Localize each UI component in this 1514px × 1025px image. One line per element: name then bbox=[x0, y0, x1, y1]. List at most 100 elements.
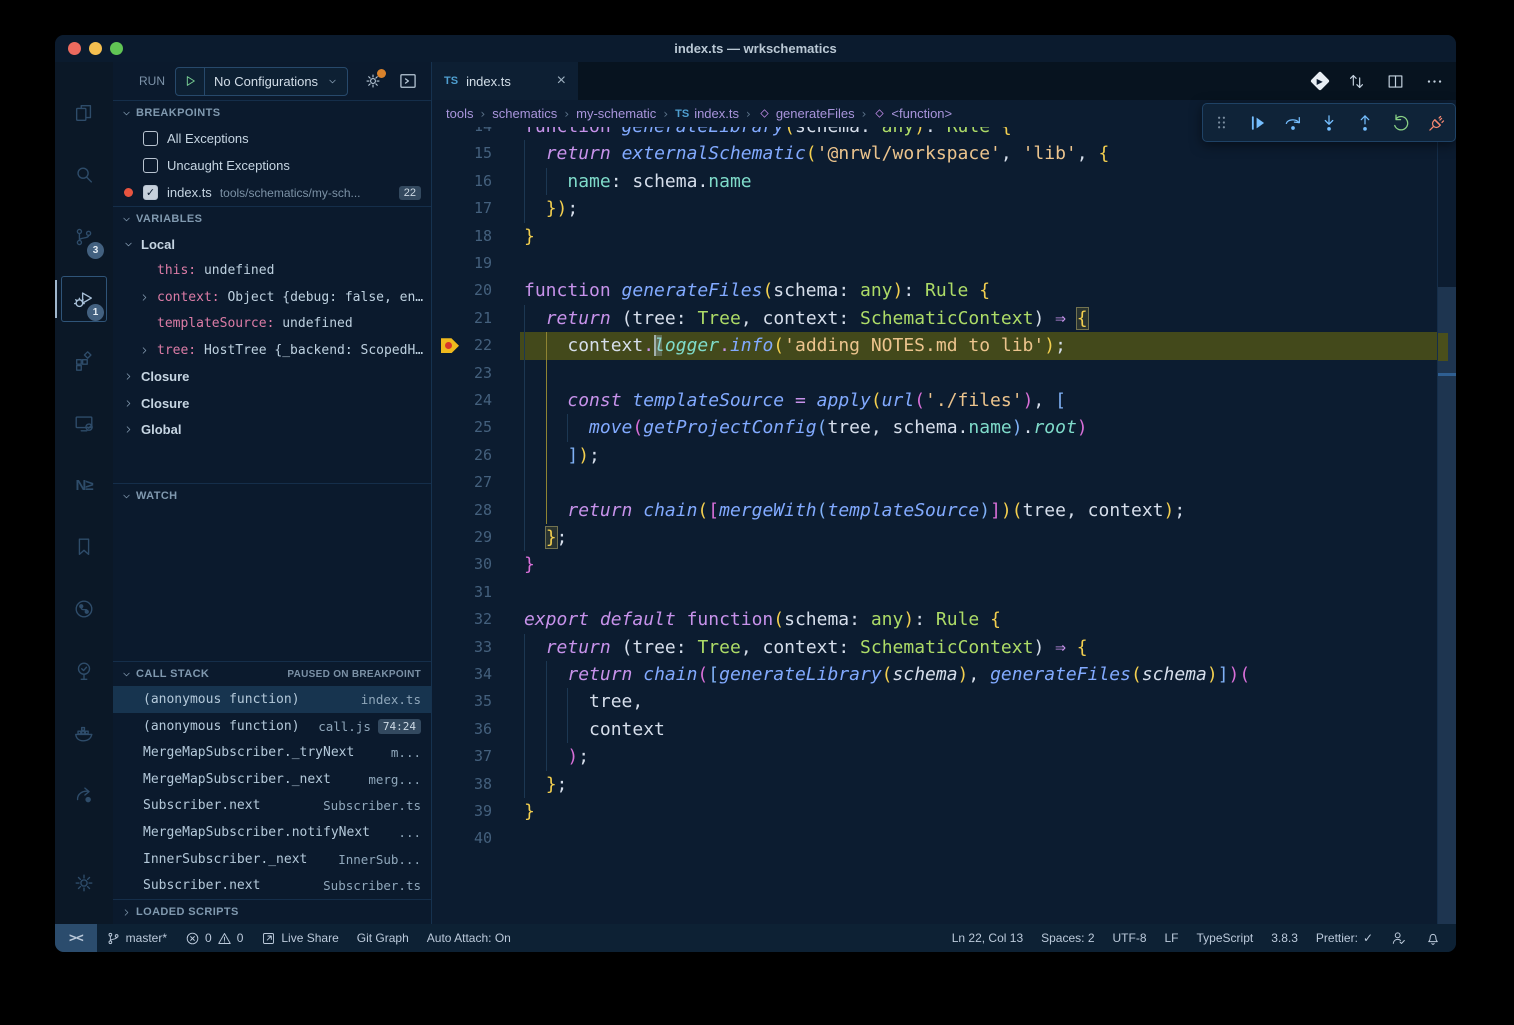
status-feedback[interactable] bbox=[1382, 924, 1416, 952]
call-stack-frame[interactable]: MergeMapSubscriber._nextmerg... bbox=[113, 766, 431, 793]
line-number[interactable]: 28 bbox=[432, 497, 492, 524]
status-remote-indicator[interactable]: >< bbox=[55, 924, 97, 952]
code-line[interactable]: 38 }; bbox=[432, 771, 1437, 798]
drag-handle-button[interactable] bbox=[1206, 108, 1236, 138]
status-problems[interactable]: 00 bbox=[176, 924, 252, 952]
line-number[interactable]: 39 bbox=[432, 798, 492, 825]
chevron-right-icon[interactable] bbox=[139, 345, 150, 356]
code-line[interactable]: 22 context.logger.info('adding NOTES.md … bbox=[432, 332, 1437, 359]
code-line[interactable]: 24 const templateSource = apply(url('./f… bbox=[432, 387, 1437, 414]
breakpoint-row[interactable]: ✓index.tstools/schematics/my-sch...22 bbox=[113, 179, 431, 206]
variable-row[interactable]: templateSource: undefined bbox=[113, 311, 431, 338]
variables-scope-row[interactable]: Closure bbox=[113, 390, 431, 417]
status-encoding[interactable]: UTF-8 bbox=[1104, 924, 1156, 952]
line-number[interactable]: 23 bbox=[432, 360, 492, 387]
breakpoints-section-header[interactable]: BREAKPOINTS bbox=[113, 101, 431, 125]
variable-row[interactable]: tree: HostTree {_backend: ScopedH… bbox=[113, 337, 431, 364]
status-prettier[interactable]: Prettier:✓ bbox=[1307, 924, 1382, 952]
activity-item-remote-explorer[interactable] bbox=[55, 392, 113, 454]
restart-button[interactable] bbox=[1386, 108, 1416, 138]
more-actions-icon[interactable] bbox=[1425, 72, 1444, 91]
loaded-scripts-section-header[interactable]: LOADED SCRIPTS bbox=[113, 899, 431, 924]
status-live-share[interactable]: Live Share bbox=[252, 924, 347, 952]
variables-section-header[interactable]: VARIABLES bbox=[113, 206, 431, 231]
disconnect-button[interactable] bbox=[1422, 108, 1452, 138]
code-line[interactable]: 16 name: schema.name bbox=[432, 168, 1437, 195]
breadcrumb-item[interactable]: tools bbox=[446, 106, 473, 121]
activity-item-docker[interactable] bbox=[55, 702, 113, 764]
line-number[interactable]: 34 bbox=[432, 661, 492, 688]
breakpoint-checkbox[interactable] bbox=[143, 131, 158, 146]
code-line[interactable]: 35 tree, bbox=[432, 688, 1437, 715]
line-number[interactable]: 18 bbox=[432, 223, 492, 250]
code-line[interactable]: 40 bbox=[432, 825, 1437, 852]
call-stack-frame[interactable]: Subscriber.nextSubscriber.ts bbox=[113, 872, 431, 899]
code-line[interactable]: 26 ]); bbox=[432, 442, 1437, 469]
variables-scope-row[interactable]: Closure bbox=[113, 364, 431, 391]
activity-item-test-explorer[interactable] bbox=[55, 640, 113, 702]
code-line[interactable]: 31 bbox=[432, 579, 1437, 606]
line-number[interactable]: 36 bbox=[432, 716, 492, 743]
scrollbar-slider[interactable] bbox=[1438, 287, 1456, 924]
code-line[interactable]: 36 context bbox=[432, 716, 1437, 743]
line-number[interactable]: 14 bbox=[432, 127, 492, 140]
line-number[interactable]: 20 bbox=[432, 277, 492, 304]
code-line[interactable]: 27 bbox=[432, 469, 1437, 496]
activity-item-git-graph[interactable] bbox=[55, 578, 113, 640]
code-line[interactable]: 34 return chain([generateLibrary(schema)… bbox=[432, 661, 1437, 688]
line-number[interactable]: 40 bbox=[432, 825, 492, 852]
line-number[interactable]: 26 bbox=[432, 442, 492, 469]
step-over-button[interactable] bbox=[1278, 108, 1308, 138]
code-line[interactable]: 29 }; bbox=[432, 524, 1437, 551]
chevron-down-icon[interactable] bbox=[123, 239, 134, 250]
call-stack-section-header[interactable]: CALL STACK PAUSED ON BREAKPOINT bbox=[113, 661, 431, 686]
status-git-graph[interactable]: Git Graph bbox=[348, 924, 418, 952]
chevron-right-icon[interactable] bbox=[139, 292, 150, 303]
activity-item-explorer[interactable] bbox=[55, 82, 113, 144]
line-number[interactable]: 16 bbox=[432, 168, 492, 195]
variables-scope-row[interactable]: Global bbox=[113, 417, 431, 444]
line-number[interactable]: 22 bbox=[432, 332, 492, 359]
call-stack-frame[interactable]: InnerSubscriber._nextInnerSub... bbox=[113, 846, 431, 873]
line-number[interactable]: 38 bbox=[432, 771, 492, 798]
chevron-right-icon[interactable] bbox=[123, 398, 134, 409]
start-debugging-icon[interactable] bbox=[176, 68, 205, 95]
breakpoint-row[interactable]: Uncaught Exceptions bbox=[113, 152, 431, 179]
code-line[interactable]: 32export default function(schema: any): … bbox=[432, 606, 1437, 633]
status-language-mode[interactable]: TypeScript bbox=[1188, 924, 1263, 952]
code-line[interactable]: 28 return chain([mergeWith(templateSourc… bbox=[432, 497, 1437, 524]
variables-scope-row[interactable]: Local bbox=[113, 231, 431, 258]
call-stack-frame[interactable]: MergeMapSubscriber.notifyNext... bbox=[113, 819, 431, 846]
code-line[interactable]: 39} bbox=[432, 798, 1437, 825]
code-line[interactable]: 30} bbox=[432, 551, 1437, 578]
code-line[interactable]: 19 bbox=[432, 250, 1437, 277]
line-number[interactable]: 33 bbox=[432, 634, 492, 661]
code-line[interactable]: 21 return (tree: Tree, context: Schemati… bbox=[432, 305, 1437, 332]
code-line[interactable]: 15 return externalSchematic('@nrwl/works… bbox=[432, 140, 1437, 167]
line-number[interactable]: 15 bbox=[432, 140, 492, 167]
launch-configuration-dropdown[interactable]: No Configurations bbox=[175, 67, 348, 96]
line-number[interactable]: 27 bbox=[432, 469, 492, 496]
code-line[interactable]: 23 bbox=[432, 360, 1437, 387]
split-editor-icon[interactable] bbox=[1386, 72, 1405, 91]
code-line[interactable]: 33 return (tree: Tree, context: Schemati… bbox=[432, 634, 1437, 661]
status-cursor-position[interactable]: Ln 22, Col 13 bbox=[943, 924, 1032, 952]
call-stack-frame[interactable]: (anonymous function)call.js74:24 bbox=[113, 713, 431, 740]
line-number[interactable]: 17 bbox=[432, 195, 492, 222]
chevron-right-icon[interactable] bbox=[123, 424, 134, 435]
line-number[interactable]: 31 bbox=[432, 579, 492, 606]
call-stack-frame[interactable]: Subscriber.nextSubscriber.ts bbox=[113, 793, 431, 820]
continue-button[interactable] bbox=[1242, 108, 1272, 138]
minimize-window-button[interactable] bbox=[89, 42, 102, 55]
close-window-button[interactable] bbox=[68, 42, 81, 55]
editor-scrollbar[interactable] bbox=[1437, 127, 1456, 924]
title-bar[interactable]: index.ts — wrkschematics bbox=[55, 35, 1456, 62]
zoom-window-button[interactable] bbox=[110, 42, 123, 55]
close-tab-icon[interactable]: × bbox=[557, 73, 566, 89]
step-into-button[interactable] bbox=[1314, 108, 1344, 138]
line-number[interactable]: 32 bbox=[432, 606, 492, 633]
compare-changes-icon[interactable] bbox=[1347, 72, 1366, 91]
debug-console-icon[interactable] bbox=[398, 71, 418, 91]
line-number[interactable]: 21 bbox=[432, 305, 492, 332]
breakpoint-checkbox[interactable]: ✓ bbox=[143, 185, 158, 200]
